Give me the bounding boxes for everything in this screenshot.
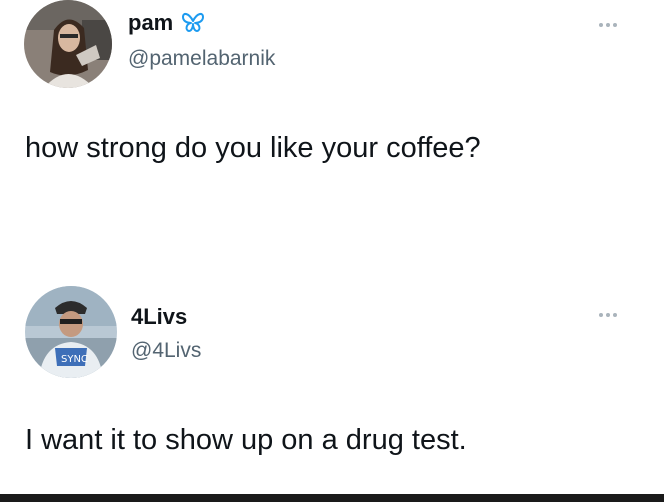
avatar[interactable]: SYNC (25, 286, 117, 378)
tweet-text: how strong do you like your coffee? (25, 132, 481, 164)
tweet-2: SYNC 4Livs @4Livs I want it to show up o… (0, 282, 664, 492)
avatar[interactable] (24, 0, 112, 88)
avatar-photo-4livs: SYNC (25, 286, 117, 378)
display-name[interactable]: pam (128, 10, 205, 39)
user-handle[interactable]: @pamelabarnik (128, 46, 275, 72)
bottom-edge (0, 494, 664, 502)
tweet-1: pam @pamelabarnik how strong do you like… (0, 0, 664, 230)
user-handle[interactable]: @4Livs (131, 338, 201, 364)
display-name[interactable]: 4Livs (131, 304, 187, 330)
avatar-photo-pam (24, 0, 112, 88)
butterfly-icon (181, 11, 205, 39)
tweet-text: I want it to show up on a drug test. (25, 424, 467, 456)
svg-text:SYNC: SYNC (61, 354, 88, 365)
more-options-icon[interactable] (599, 310, 625, 320)
more-options-icon[interactable] (599, 20, 625, 30)
